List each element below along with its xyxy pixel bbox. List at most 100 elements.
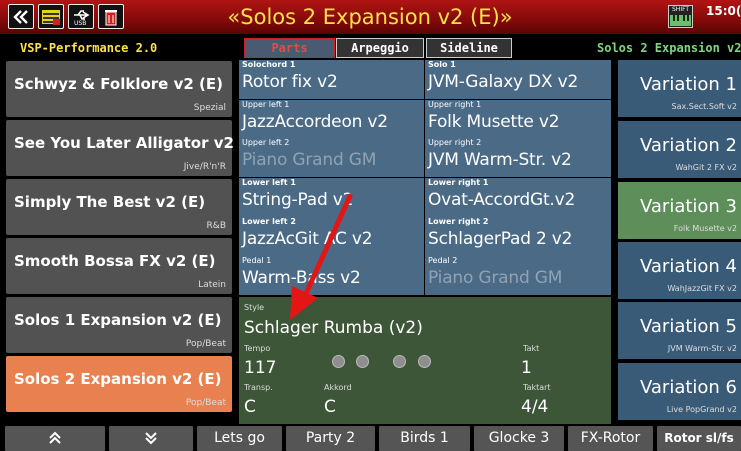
fx-button-rotor-slfs[interactable]: Rotor sl/fs — [657, 426, 741, 451]
song-genre: R&B — [206, 221, 226, 231]
part-voice: Piano Grand GM — [428, 268, 563, 288]
variation-4-button[interactable]: Variation 4 WahJazzGit FX v2 — [618, 242, 741, 299]
part-label: Pedal 2 — [428, 256, 458, 265]
part-upper-left-1[interactable]: Upper left 1 JazzAccordeon v2 — [239, 100, 424, 139]
part-voice: Piano Grand GM — [242, 150, 377, 170]
part-voice: JazzAccordeon v2 — [242, 112, 388, 132]
beat-indicator — [356, 355, 369, 368]
variation-3-button[interactable]: Variation 3 Folk Musette v2 — [618, 182, 741, 239]
fx-button-birds-1[interactable]: Birds 1 — [379, 426, 470, 451]
takt-label: Takt — [523, 344, 540, 353]
tab-parts[interactable]: Parts — [244, 38, 335, 58]
song-name: Smooth Bossa FX v2 (E) — [14, 252, 216, 270]
tempo-value[interactable]: 117 — [244, 358, 276, 378]
part-voice: Folk Musette v2 — [428, 112, 560, 132]
fx-button-glocke-3[interactable]: Glocke 3 — [474, 426, 564, 451]
song-name: Solos 1 Expansion v2 (E) — [14, 311, 222, 329]
style-label: Style — [244, 303, 265, 312]
tab-arpeggio[interactable]: Arpeggio (√) — [336, 38, 424, 73]
song-name: Schwyz & Folklore v2 (E) — [14, 75, 223, 93]
variation-name: Variation 6 — [639, 377, 737, 398]
tab-sideline[interactable]: Sideline (-) — [426, 38, 512, 73]
takt-value: 1 — [521, 358, 532, 378]
song-item[interactable]: See You Later Alligator v2 Jive/R'n'R — [6, 120, 234, 176]
usb-icon: USB — [74, 9, 90, 26]
shift-label: SHIFT — [672, 6, 690, 13]
variation-2-button[interactable]: Variation 2 WahGit 2 FX v2 — [618, 121, 741, 178]
part-label: Upper left 2 — [242, 138, 290, 147]
variation-5-button[interactable]: Variation 5 JVM Warm-Str. v2 — [618, 302, 741, 359]
beat-indicator — [332, 355, 345, 368]
part-voice: JVM Warm-Str. v2 — [428, 150, 572, 170]
part-label: Upper right 1 — [428, 100, 482, 109]
akkord-label: Akkord — [324, 383, 352, 392]
part-label: Solochord 1 — [242, 60, 296, 69]
song-item[interactable]: Simply The Best v2 (E) R&B — [6, 179, 232, 235]
annotation-arrow — [290, 193, 353, 320]
song-item[interactable]: Smooth Bossa FX v2 (E) Latein — [6, 238, 232, 294]
part-voice: Ovat-AccordGt.v2 — [428, 190, 576, 210]
double-chevron-up-icon — [49, 431, 61, 444]
song-genre: Pop/Beat — [185, 339, 226, 349]
shift-button[interactable]: SHIFT — [668, 5, 693, 28]
variation-voice: WahGit 2 FX v2 — [675, 163, 737, 172]
fx-button-party-2[interactable]: Party 2 — [286, 426, 375, 451]
song-item[interactable]: Solos 1 Expansion v2 (E) Pop/Beat — [6, 297, 232, 353]
variation-name: Variation 4 — [639, 256, 737, 277]
song-genre: Pop/Beat — [185, 398, 226, 408]
song-item[interactable]: Schwyz & Folklore v2 (E) Spezial — [6, 61, 232, 117]
scroll-down-button[interactable] — [109, 426, 193, 451]
variation-voice: JVM Warm-Str. v2 — [667, 344, 737, 353]
variation-voice: Folk Musette v2 — [673, 224, 737, 233]
song-name: Solos 2 Expansion v2 (E) — [14, 370, 222, 388]
page-title: «Solos 2 Expansion v2 (E)» — [227, 5, 513, 29]
part-voice: JVM-Galaxy DX v2 — [428, 72, 579, 92]
part-lower-right-1[interactable]: Lower right 1 Ovat-AccordGt.v2 — [425, 178, 611, 217]
part-label: Upper right 2 — [428, 138, 482, 147]
scroll-up-button[interactable] — [5, 426, 105, 451]
double-chevron-down-icon — [145, 432, 157, 445]
song-item-selected[interactable]: Solos 2 Expansion v2 (E) Pop/Beat — [6, 356, 232, 412]
part-upper-right-1[interactable]: Upper right 1 Folk Musette v2 — [425, 100, 611, 139]
part-label: Lower left 1 — [242, 178, 296, 187]
part-label: Solo 1 — [428, 60, 456, 69]
part-solochord-1[interactable]: Solochord 1 Rotor fix v2 — [239, 60, 424, 99]
variation-1-button[interactable]: Variation 1 Sax.Sect.Soft v2 — [618, 60, 741, 117]
part-voice: SchlagerPad 2 v2 — [428, 229, 573, 249]
clock: 15:0( — [706, 4, 741, 18]
part-lower-right-2[interactable]: Lower right 2 SchlagerPad 2 v2 — [425, 217, 611, 256]
part-upper-right-2[interactable]: Upper right 2 JVM Warm-Str. v2 — [425, 138, 611, 177]
song-genre: Jive/R'n'R — [183, 162, 226, 172]
akkord-value: C — [324, 397, 336, 417]
part-upper-left-2[interactable]: Upper left 2 Piano Grand GM — [239, 138, 424, 177]
transp-value[interactable]: C — [244, 397, 256, 417]
variation-name: Variation 3 — [639, 196, 737, 217]
folder-icon — [42, 9, 60, 25]
part-label: Lower right 2 — [428, 217, 489, 226]
back-icon — [13, 9, 28, 24]
taktart-value: 4/4 — [521, 397, 549, 417]
keyboard-icon — [670, 15, 691, 26]
song-genre: Spezial — [193, 103, 226, 113]
variation-6-button[interactable]: Variation 6 Live PopGrand v2 — [618, 363, 741, 420]
svg-text:USB: USB — [74, 20, 86, 26]
song-name: See You Later Alligator v2 — [14, 134, 234, 152]
beat-indicator — [418, 355, 431, 368]
current-performance: Solos 2 Expansion v2 ( — [597, 41, 741, 55]
usb-button[interactable]: USB — [68, 4, 94, 29]
folder-button[interactable] — [38, 4, 64, 29]
part-solo-1[interactable]: Solo 1 JVM-Galaxy DX v2 — [425, 60, 611, 99]
song-genre: Latein — [198, 280, 226, 290]
variation-voice: WahJazzGit FX v2 — [667, 284, 737, 293]
trash-icon — [105, 9, 117, 25]
part-label: Lower right 1 — [428, 178, 489, 187]
fx-button-fx-rotor[interactable]: FX-Rotor — [568, 426, 653, 451]
trash-button[interactable] — [98, 4, 124, 29]
song-name: Simply The Best v2 (E) — [14, 193, 206, 211]
part-pedal-2[interactable]: Pedal 2 Piano Grand GM — [425, 256, 611, 295]
variation-name: Variation 1 — [639, 74, 737, 95]
taktart-label: Taktart — [523, 383, 551, 392]
variation-name: Variation 5 — [639, 316, 737, 337]
fx-button-lets-go[interactable]: Lets go — [197, 426, 282, 451]
back-button[interactable] — [8, 4, 34, 29]
